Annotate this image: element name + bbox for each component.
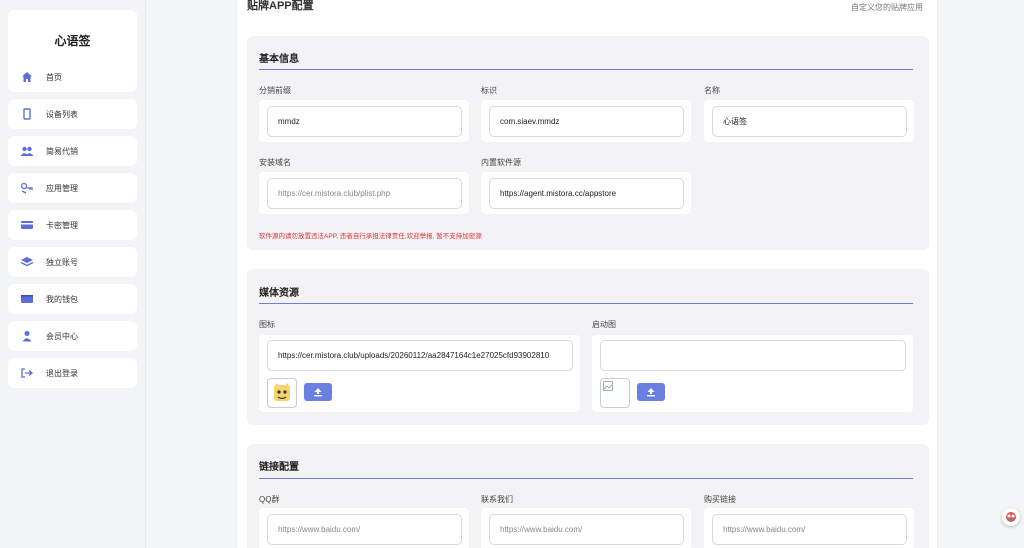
page-title: 贴牌APP配置 — [247, 0, 314, 12]
icon-upload-button[interactable] — [304, 383, 332, 401]
main-panel: 贴牌APP配置 自定义您的贴牌应用 基本信息 分销前缀 mmdz 标识 com.… — [236, 0, 938, 548]
warning-text: 软件源内请勿放置违法APP, 违者自行承担法律责任,欢迎举报, 暂不支持加密源 — [259, 233, 482, 240]
sidebar-item-label: 独立账号 — [46, 257, 78, 267]
icon-url-input[interactable]: https://cer.mistora.club/uploads/2026011… — [267, 340, 573, 371]
splash-preview — [600, 378, 630, 408]
source-label: 内置软件源 — [481, 158, 521, 167]
sidebar-item-label: 我的钱包 — [46, 294, 78, 304]
section-divider — [259, 303, 913, 304]
device-icon — [20, 107, 34, 121]
splash-label: 启动图 — [592, 320, 616, 329]
section-title: 基本信息 — [259, 54, 299, 65]
upload-icon — [314, 388, 322, 397]
name-label: 名称 — [704, 86, 720, 95]
app-name-input[interactable]: 心语签 — [712, 106, 907, 137]
contact-input[interactable]: https://www.baidu.com/ — [489, 514, 684, 545]
sidebar: 心语签 首页 设备列表 简易代销 应用管理 卡密管理 独立账号 我的钱包 会员中… — [0, 0, 146, 548]
links-section: 链接配置 QQ群 https://www.baidu.com/ 联系我们 htt… — [247, 444, 929, 548]
source-input[interactable]: https://agent.mistora.cc/appstore — [489, 178, 684, 209]
domain-label: 安装域名 — [259, 158, 291, 167]
sidebar-item-apps[interactable]: 应用管理 — [8, 173, 137, 203]
sidebar-item-label: 会员中心 — [46, 331, 78, 341]
sidebar-item-home[interactable]: 首页 — [8, 62, 137, 92]
sidebar-item-accounts[interactable]: 独立账号 — [8, 247, 137, 277]
sidebar-item-logout[interactable]: 退出登录 — [8, 358, 137, 388]
prefix-input[interactable]: mmdz — [267, 106, 462, 137]
sidebar-item-wallet[interactable]: 我的钱包 — [8, 284, 137, 314]
broken-image-icon — [603, 381, 613, 391]
wallet-icon — [20, 292, 34, 306]
brand-title: 心语签 — [8, 10, 137, 70]
section-divider — [259, 478, 913, 479]
bundle-id-input[interactable]: com.siaev.mmdz — [489, 106, 684, 137]
floating-assistant-button[interactable] — [1002, 508, 1020, 526]
section-title: 媒体资源 — [259, 288, 299, 299]
sidebar-item-label: 设备列表 — [46, 109, 78, 119]
home-icon — [20, 70, 34, 84]
sidebar-item-label: 首页 — [46, 72, 62, 82]
sidebar-item-cards[interactable]: 卡密管理 — [8, 210, 137, 240]
sidebar-item-devices[interactable]: 设备列表 — [8, 99, 137, 129]
layers-icon — [20, 255, 34, 269]
qq-input[interactable]: https://www.baidu.com/ — [267, 514, 462, 545]
page-subtitle: 自定义您的贴牌应用 — [851, 3, 923, 12]
section-title: 链接配置 — [259, 462, 299, 473]
user-icon — [20, 329, 34, 343]
sidebar-item-label: 简易代销 — [46, 146, 78, 156]
section-divider — [259, 69, 913, 70]
splash-url-input[interactable] — [600, 340, 906, 371]
sidebar-item-label: 退出登录 — [46, 368, 78, 378]
upload-icon — [647, 388, 655, 397]
app-icon-image — [274, 383, 290, 401]
card-icon — [20, 218, 34, 232]
basic-info-section: 基本信息 分销前缀 mmdz 标识 com.siaev.mmdz 名称 心语签 … — [247, 36, 929, 250]
logout-icon — [20, 366, 34, 380]
assistant-icon — [1006, 512, 1016, 522]
qq-label: QQ群 — [259, 495, 280, 504]
buy-link-input[interactable]: https://www.baidu.com/ — [712, 514, 907, 545]
id-label: 标识 — [481, 86, 497, 95]
media-section: 媒体资源 图标 https://cer.mistora.club/uploads… — [247, 269, 929, 425]
sidebar-item-label: 应用管理 — [46, 183, 78, 193]
users-icon — [20, 144, 34, 158]
sidebar-item-member[interactable]: 会员中心 — [8, 321, 137, 351]
domain-input[interactable]: https://cer.mistora.club/plist.php — [267, 178, 462, 209]
prefix-label: 分销前缀 — [259, 86, 291, 95]
app-icon — [20, 181, 34, 195]
buy-label: 购买链接 — [704, 495, 736, 504]
icon-label: 图标 — [259, 320, 275, 329]
contact-label: 联系我们 — [481, 495, 513, 504]
splash-upload-button[interactable] — [637, 383, 665, 401]
icon-preview — [267, 378, 297, 408]
sidebar-item-resale[interactable]: 简易代销 — [8, 136, 137, 166]
sidebar-item-label: 卡密管理 — [46, 220, 78, 230]
